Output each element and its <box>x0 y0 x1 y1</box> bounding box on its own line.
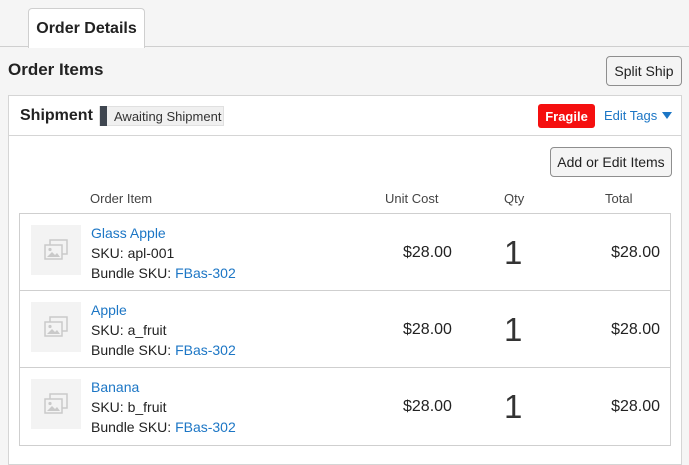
item-qty: 1 <box>504 234 523 271</box>
item-total: $28.00 <box>611 244 660 261</box>
image-placeholder-icon <box>31 379 81 429</box>
fragile-tag[interactable]: Fragile <box>538 104 595 128</box>
item-sku: SKU: apl-001 <box>91 245 175 261</box>
item-bundle-sku: Bundle SKU: FBas-302 <box>91 265 236 281</box>
item-unit-cost: $28.00 <box>403 398 452 415</box>
item-name-link[interactable]: Glass Apple <box>91 225 166 241</box>
edit-tags-link[interactable]: Edit Tags <box>604 108 673 123</box>
bundle-sku-link[interactable]: FBas-302 <box>175 419 236 435</box>
status-label: Awaiting Shipment <box>114 108 222 124</box>
item-name-link[interactable]: Apple <box>91 302 127 318</box>
table-row: Apple SKU: a_fruit Bundle SKU: FBas-302 … <box>20 291 670 368</box>
shipment-panel: Shipment Awaiting Shipment Fragile Edit … <box>8 95 682 465</box>
column-header-total: Total <box>605 191 633 206</box>
table-row: Banana SKU: b_fruit Bundle SKU: FBas-302… <box>20 368 670 445</box>
tab-order-details[interactable]: Order Details <box>28 8 145 48</box>
item-total: $28.00 <box>611 321 660 338</box>
column-header-unit-cost: Unit Cost <box>385 191 439 206</box>
image-placeholder-icon <box>31 302 81 352</box>
item-unit-cost: $28.00 <box>403 321 452 338</box>
tab-bar: Order Details <box>0 0 689 48</box>
item-unit-cost: $28.00 <box>403 244 452 261</box>
item-sku: SKU: a_fruit <box>91 322 167 338</box>
image-placeholder-icon <box>31 225 81 275</box>
column-header-order-item: Order Item <box>90 191 153 206</box>
item-sku: SKU: b_fruit <box>91 399 167 415</box>
split-ship-button[interactable]: Split Ship <box>606 56 682 86</box>
bundle-sku-link[interactable]: FBas-302 <box>175 342 236 358</box>
order-items-table: Glass Apple SKU: apl-001 Bundle SKU: FBa… <box>19 213 671 446</box>
item-qty: 1 <box>504 311 523 348</box>
item-name-link[interactable]: Banana <box>91 379 139 395</box>
item-bundle-sku: Bundle SKU: FBas-302 <box>91 342 236 358</box>
shipment-title: Shipment <box>20 107 93 124</box>
bundle-sku-label: Bundle SKU: <box>91 265 176 281</box>
item-qty: 1 <box>504 388 523 425</box>
column-header-qty: Qty <box>504 191 525 206</box>
add-or-edit-items-button[interactable]: Add or Edit Items <box>550 147 672 177</box>
bundle-sku-label: Bundle SKU: <box>91 419 176 435</box>
edit-tags-label: Edit Tags <box>604 108 658 123</box>
triangle-down-icon <box>662 112 673 119</box>
bundle-sku-label: Bundle SKU: <box>91 342 176 358</box>
table-row: Glass Apple SKU: apl-001 Bundle SKU: FBa… <box>20 214 670 291</box>
section-title: Order Items <box>8 60 104 79</box>
status-badge: Awaiting Shipment <box>99 106 224 126</box>
status-indicator <box>100 106 107 126</box>
bundle-sku-link[interactable]: FBas-302 <box>175 265 236 281</box>
shipment-header: Shipment Awaiting Shipment Fragile Edit … <box>9 96 681 136</box>
item-bundle-sku: Bundle SKU: FBas-302 <box>91 419 236 435</box>
item-total: $28.00 <box>611 398 660 415</box>
